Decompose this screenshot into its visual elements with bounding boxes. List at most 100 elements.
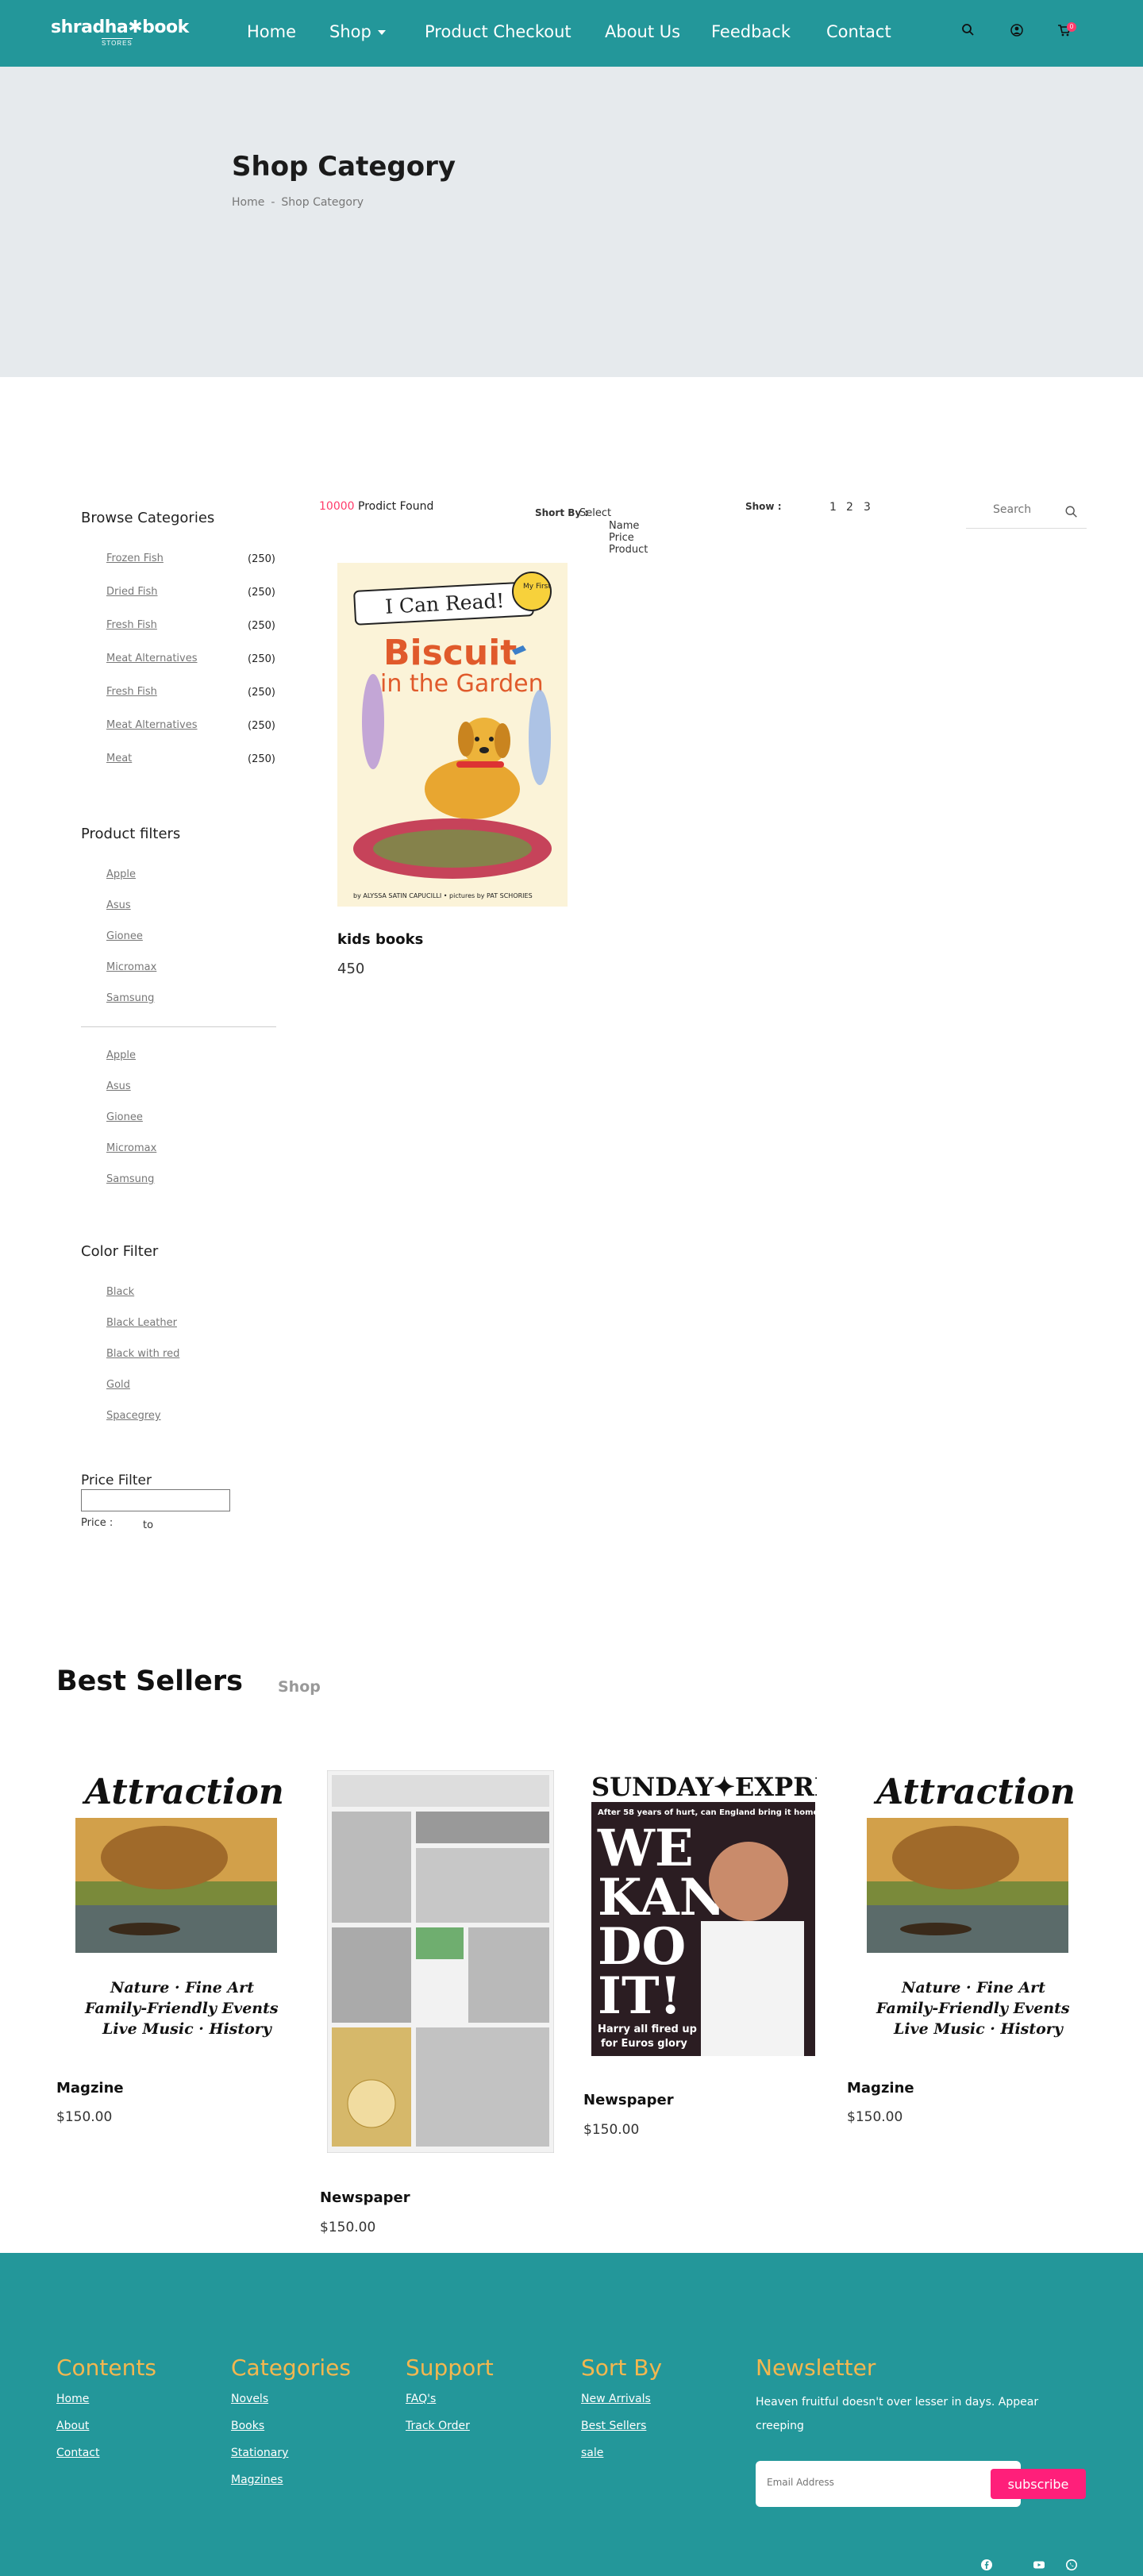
footer-link-stationary[interactable]: Stationary	[231, 2447, 288, 2459]
bestseller-name[interactable]: Newspaper	[583, 2092, 674, 2108]
sort-select[interactable]: Select	[579, 507, 611, 519]
color-filter-link[interactable]: Spacegrey	[106, 1410, 161, 1422]
user-icon[interactable]	[1009, 22, 1025, 38]
footer-link-faq[interactable]: FAQ's	[406, 2393, 436, 2405]
color-filter-link[interactable]: Black with red	[106, 1348, 179, 1360]
footer-link-home[interactable]: Home	[56, 2393, 89, 2405]
brand-filter-link[interactable]: Gionee	[106, 930, 143, 942]
category-count: (250)	[248, 753, 275, 765]
category-link[interactable]: Meat Alternatives	[106, 719, 198, 731]
footer-contents-heading: Contents	[56, 2355, 156, 2381]
nav-feedback[interactable]: Feedback	[711, 22, 791, 41]
nav-product-checkout[interactable]: Product Checkout	[425, 22, 572, 41]
bestseller-image[interactable]: SUNDAY✦EXPRESS After 58 years of hurt, c…	[590, 1770, 817, 2058]
footer-link-books[interactable]: Books	[231, 2420, 264, 2432]
brand-filter-link[interactable]: Micromax	[106, 1142, 156, 1154]
category-count: (250)	[248, 553, 275, 565]
product-price: 450	[337, 961, 365, 977]
page-link[interactable]: 2	[846, 501, 853, 514]
brand-filter-link[interactable]: Apple	[106, 1049, 136, 1061]
breadcrumb: Home - Shop Category	[232, 196, 364, 209]
search-icon[interactable]	[960, 22, 976, 38]
product-search	[966, 500, 1087, 529]
nav-about-us[interactable]: About Us	[605, 22, 680, 41]
facebook-icon[interactable]	[980, 2559, 993, 2571]
product-name[interactable]: kids books	[337, 931, 423, 948]
search-input[interactable]	[993, 503, 1064, 516]
bestseller-price: $150.00	[320, 2220, 376, 2235]
breadcrumb-home[interactable]: Home	[232, 196, 264, 209]
product-filters-heading: Product filters	[81, 826, 181, 842]
category-link[interactable]: Fresh Fish	[106, 686, 157, 698]
category-link[interactable]: Meat Alternatives	[106, 653, 198, 664]
footer-link-contact[interactable]: Contact	[56, 2447, 99, 2459]
bestseller-name[interactable]: Newspaper	[320, 2189, 410, 2206]
brand-filter-link[interactable]: Micromax	[106, 961, 156, 973]
cover-badge-sub: My First	[523, 583, 551, 591]
bestseller-image[interactable]: Attraction Nature · Fine Art Family-Frie…	[860, 1770, 1075, 2050]
category-link[interactable]: Frozen Fish	[106, 553, 164, 564]
newsletter-form	[756, 2461, 1021, 2507]
cover-title: Biscuit	[383, 633, 517, 673]
best-sellers-heading: Best Sellers	[56, 1665, 243, 1697]
sort-option[interactable]: Name	[609, 520, 639, 532]
category-count: (250)	[248, 653, 275, 665]
site-logo[interactable]: shradha✱book	[51, 17, 189, 37]
sort-option[interactable]: Price	[609, 532, 634, 544]
brand-filter-link[interactable]: Samsung	[106, 1173, 154, 1185]
color-filter-link[interactable]: Black	[106, 1286, 134, 1298]
search-icon[interactable]	[1064, 505, 1079, 519]
footer-categories-heading: Categories	[231, 2355, 351, 2381]
color-filter-link[interactable]: Gold	[106, 1379, 130, 1391]
price-filter-heading: Price Filter	[81, 1473, 152, 1488]
footer-link-novels[interactable]: Novels	[231, 2393, 268, 2405]
footer-link-new-arrivals[interactable]: New Arrivals	[581, 2393, 651, 2405]
nav-shop-label: Shop	[329, 22, 371, 41]
footer-link-track-order[interactable]: Track Order	[406, 2420, 470, 2432]
product-image[interactable]: I Can Read! My First Biscuit in the Gard…	[337, 563, 568, 907]
brand-filter-link[interactable]: Asus	[106, 899, 131, 911]
footer-link-best-sellers[interactable]: Best Sellers	[581, 2420, 646, 2432]
magazine-line: Nature · Fine Art	[110, 1979, 254, 1996]
nav-shop[interactable]: Shop	[329, 22, 386, 41]
nav-home[interactable]: Home	[247, 22, 296, 41]
magazine-line: Family-Friendly Events	[84, 2000, 279, 2017]
bestseller-name[interactable]: Magzine	[56, 2080, 124, 2097]
footer-support-heading: Support	[406, 2355, 494, 2381]
color-filter-link[interactable]: Black Leather	[106, 1317, 177, 1329]
whatsapp-icon[interactable]	[1065, 2559, 1078, 2571]
page-link[interactable]: 3	[864, 501, 871, 514]
page-link[interactable]: 1	[829, 501, 837, 514]
show-label: Show :	[745, 501, 782, 512]
brand-filter-link[interactable]: Asus	[106, 1080, 131, 1092]
footer-link-magzines[interactable]: Magzines	[231, 2474, 283, 2486]
brand-filter-link[interactable]: Samsung	[106, 992, 154, 1004]
bestseller-image[interactable]	[327, 1770, 554, 2153]
color-filter-heading: Color Filter	[81, 1243, 159, 1260]
brand-filter-link[interactable]: Apple	[106, 868, 136, 880]
youtube-icon[interactable]	[1033, 2559, 1045, 2571]
price-range-slider[interactable]	[81, 1489, 230, 1511]
footer-link-about[interactable]: About	[56, 2420, 89, 2432]
email-field[interactable]	[767, 2477, 965, 2488]
cart-count-badge: 0	[1067, 22, 1076, 32]
bestseller-image[interactable]: Attraction Nature · Fine Art Family-Frie…	[69, 1770, 283, 2050]
footer-link-sale[interactable]: sale	[581, 2447, 603, 2459]
newsletter-description: Heaven fruitful doesn't over lesser in d…	[756, 2396, 1039, 2432]
newspaper-caption: for Euros glory	[601, 2038, 687, 2050]
sort-option[interactable]: Product	[609, 544, 648, 556]
products-found: 10000 Prodict Found	[319, 500, 433, 513]
brand-filter-link[interactable]: Gionee	[106, 1111, 143, 1123]
category-link[interactable]: Meat	[106, 753, 132, 764]
category-link[interactable]: Fresh Fish	[106, 619, 157, 631]
magazine-line: Nature · Fine Art	[901, 1979, 1045, 1996]
bestseller-name[interactable]: Magzine	[847, 2080, 914, 2097]
tab-shop[interactable]: Shop	[278, 1678, 321, 1696]
browse-categories-heading: Browse Categories	[81, 510, 215, 526]
subscribe-button[interactable]: subscribe	[991, 2469, 1086, 2499]
category-link[interactable]: Dried Fish	[106, 586, 158, 598]
nav-contact[interactable]: Contact	[826, 22, 891, 41]
top-navbar: shradha✱book STORES Home Shop Product Ch…	[0, 0, 1143, 67]
price-to-label: to	[143, 1519, 154, 1531]
magazine-masthead: Attraction	[873, 1772, 1075, 1812]
